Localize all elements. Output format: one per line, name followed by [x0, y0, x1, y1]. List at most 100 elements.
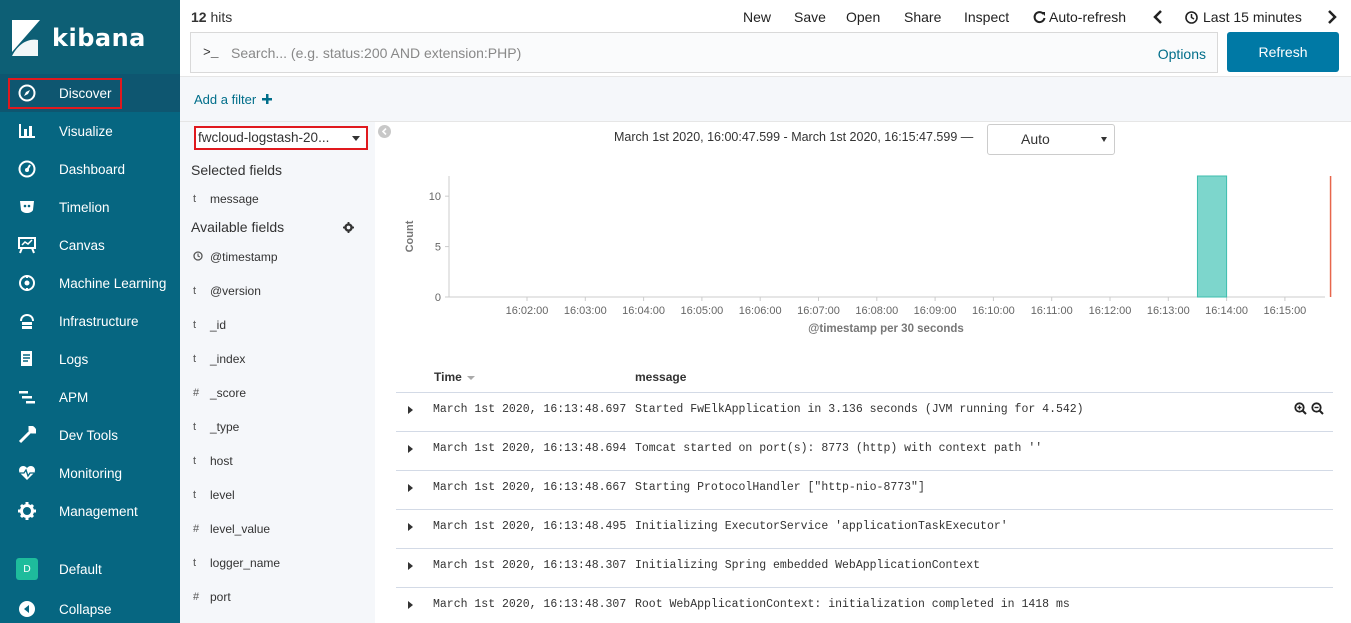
- sidebar-item-logs[interactable]: Logs: [0, 340, 180, 378]
- index-pattern-select[interactable]: fwcloud-logstash-20...: [194, 126, 368, 150]
- expand-row-icon[interactable]: [408, 523, 413, 531]
- kibana-logo[interactable]: kibana: [0, 0, 180, 76]
- y-tick-label: 0: [435, 292, 441, 304]
- field-item-type[interactable]: t _type: [191, 420, 239, 434]
- sidebar-item-machine-learning[interactable]: Machine Learning: [0, 264, 180, 302]
- options-link[interactable]: Options: [1158, 46, 1206, 62]
- row-time: March 1st 2020, 16:13:48.307: [433, 598, 627, 611]
- sidebar-item-monitoring[interactable]: Monitoring: [0, 454, 180, 492]
- x-tick-label: 16:09:00: [914, 305, 957, 317]
- table-row: March 1st 2020, 16:13:48.307 Root WebApp…: [396, 587, 1333, 623]
- refresh-icon: [1033, 10, 1046, 23]
- caret-down-icon: [352, 136, 360, 141]
- field-item-port[interactable]: # port: [191, 590, 231, 604]
- field-item-level-value[interactable]: # level_value: [191, 522, 270, 536]
- field-name: level: [210, 488, 235, 502]
- column-header-time-label: Time: [434, 370, 462, 384]
- open-button[interactable]: Open: [846, 9, 880, 25]
- sort-down-icon: [467, 376, 476, 380]
- x-tick-label: 16:12:00: [1089, 305, 1132, 317]
- zoom-out-icon[interactable]: [1311, 402, 1324, 415]
- sidebar-item-management[interactable]: Management: [0, 492, 180, 530]
- number-type-icon: #: [193, 591, 200, 603]
- collapse-sidebar-arrow-icon[interactable]: [378, 125, 391, 138]
- sidebar-item-visualize[interactable]: Visualize: [0, 112, 180, 150]
- timelion-icon: [18, 198, 36, 216]
- kibana-logo-text: kibana: [52, 24, 146, 52]
- histogram-bar: [1196, 175, 1228, 298]
- row-time: March 1st 2020, 16:13:48.697: [433, 403, 627, 416]
- table-row: March 1st 2020, 16:13:48.697 Started FwE…: [396, 392, 1333, 431]
- caret-down-icon: [1101, 137, 1107, 142]
- filter-bar: Add a filter: [180, 76, 1351, 122]
- table-row: March 1st 2020, 16:13:48.307 Initializin…: [396, 548, 1333, 587]
- field-name: port: [210, 590, 231, 604]
- sidebar-item-canvas[interactable]: Canvas: [0, 226, 180, 264]
- string-type-icon: t: [193, 285, 197, 297]
- field-name: host: [210, 454, 233, 468]
- field-name: @timestamp: [210, 250, 278, 264]
- search-input[interactable]: >_ Search... (e.g. status:200 AND extens…: [190, 32, 1218, 73]
- time-next-button[interactable]: [1327, 10, 1337, 27]
- sidebar-item-infrastructure[interactable]: Infrastructure: [0, 302, 180, 340]
- field-item-host[interactable]: t host: [191, 454, 233, 468]
- field-item-version[interactable]: t @version: [191, 284, 261, 298]
- add-filter-label: Add a filter: [194, 92, 257, 107]
- sidebar-item-label: Dev Tools: [59, 427, 119, 443]
- time-picker-button[interactable]: Last 15 minutes: [1185, 9, 1302, 25]
- add-filter-button[interactable]: Add a filter: [194, 92, 272, 107]
- column-header-message[interactable]: message: [635, 370, 686, 384]
- field-item-timestamp[interactable]: @timestamp: [191, 250, 278, 264]
- heartbeat-icon: [18, 464, 36, 482]
- expand-row-icon[interactable]: [408, 484, 413, 492]
- field-item-message[interactable]: t message: [191, 192, 259, 206]
- expand-row-icon[interactable]: [408, 562, 413, 570]
- share-button[interactable]: Share: [904, 9, 941, 25]
- x-tick-label: 16:03:00: [564, 305, 607, 317]
- sidebar: kibana Discover Visualize Dashboard Time…: [0, 0, 180, 623]
- inspect-button[interactable]: Inspect: [964, 9, 1009, 25]
- column-header-time[interactable]: Time: [434, 370, 476, 384]
- refresh-button[interactable]: Refresh: [1227, 32, 1339, 72]
- field-settings-gear-icon[interactable]: [343, 218, 354, 237]
- string-type-icon: t: [193, 557, 197, 569]
- sidebar-item-dev-tools[interactable]: Dev Tools: [0, 416, 180, 454]
- save-button[interactable]: Save: [794, 9, 826, 25]
- string-type-icon: t: [193, 193, 197, 205]
- space-selector[interactable]: D Default: [0, 550, 180, 588]
- new-button[interactable]: New: [743, 9, 771, 25]
- index-pattern-label: fwcloud-logstash-20...: [198, 130, 330, 145]
- time-prev-button[interactable]: [1153, 10, 1163, 27]
- kibana-logo-icon: [12, 20, 40, 56]
- field-item-level[interactable]: t level: [191, 488, 235, 502]
- zoom-in-icon[interactable]: [1294, 402, 1307, 415]
- sidebar-item-dashboard[interactable]: Dashboard: [0, 150, 180, 188]
- histogram-chart: 0 5 10 Count 16:02:00 16:03:00 16:04:00 16:05:0…: [404, 175, 1332, 335]
- sidebar-item-label: Machine Learning: [59, 275, 167, 291]
- collapse-button[interactable]: Collapse: [0, 590, 180, 623]
- field-item-score[interactable]: # _score: [191, 386, 246, 400]
- sidebar-item-timelion[interactable]: Timelion: [0, 188, 180, 226]
- interval-select[interactable]: Auto: [987, 124, 1115, 155]
- string-type-icon: t: [193, 319, 197, 331]
- row-time: March 1st 2020, 16:13:48.495: [433, 520, 627, 533]
- expand-row-icon[interactable]: [408, 601, 413, 609]
- collapse-label: Collapse: [59, 601, 112, 617]
- expand-row-icon[interactable]: [408, 406, 413, 414]
- field-item-index[interactable]: t _index: [191, 352, 245, 366]
- table-row: March 1st 2020, 16:13:48.667 Starting Pr…: [396, 470, 1333, 509]
- sidebar-item-apm[interactable]: APM: [0, 378, 180, 416]
- expand-row-icon[interactable]: [408, 445, 413, 453]
- space-label: Default: [59, 561, 102, 577]
- string-type-icon: t: [193, 455, 197, 467]
- x-tick-label: 16:05:00: [680, 305, 723, 317]
- auto-refresh-button[interactable]: Auto-refresh: [1033, 9, 1126, 25]
- selected-fields-title: Selected fields: [191, 162, 283, 178]
- row-message: Root WebApplicationContext: initializati…: [635, 598, 1070, 611]
- x-tick-label: 16:04:00: [622, 305, 665, 317]
- row-message: Initializing Spring embedded WebApplicat…: [635, 559, 981, 572]
- field-item-logger-name[interactable]: t logger_name: [191, 556, 280, 570]
- field-item-id[interactable]: t _id: [191, 318, 226, 332]
- field-name: _score: [210, 386, 247, 400]
- logs-icon: [18, 350, 36, 368]
